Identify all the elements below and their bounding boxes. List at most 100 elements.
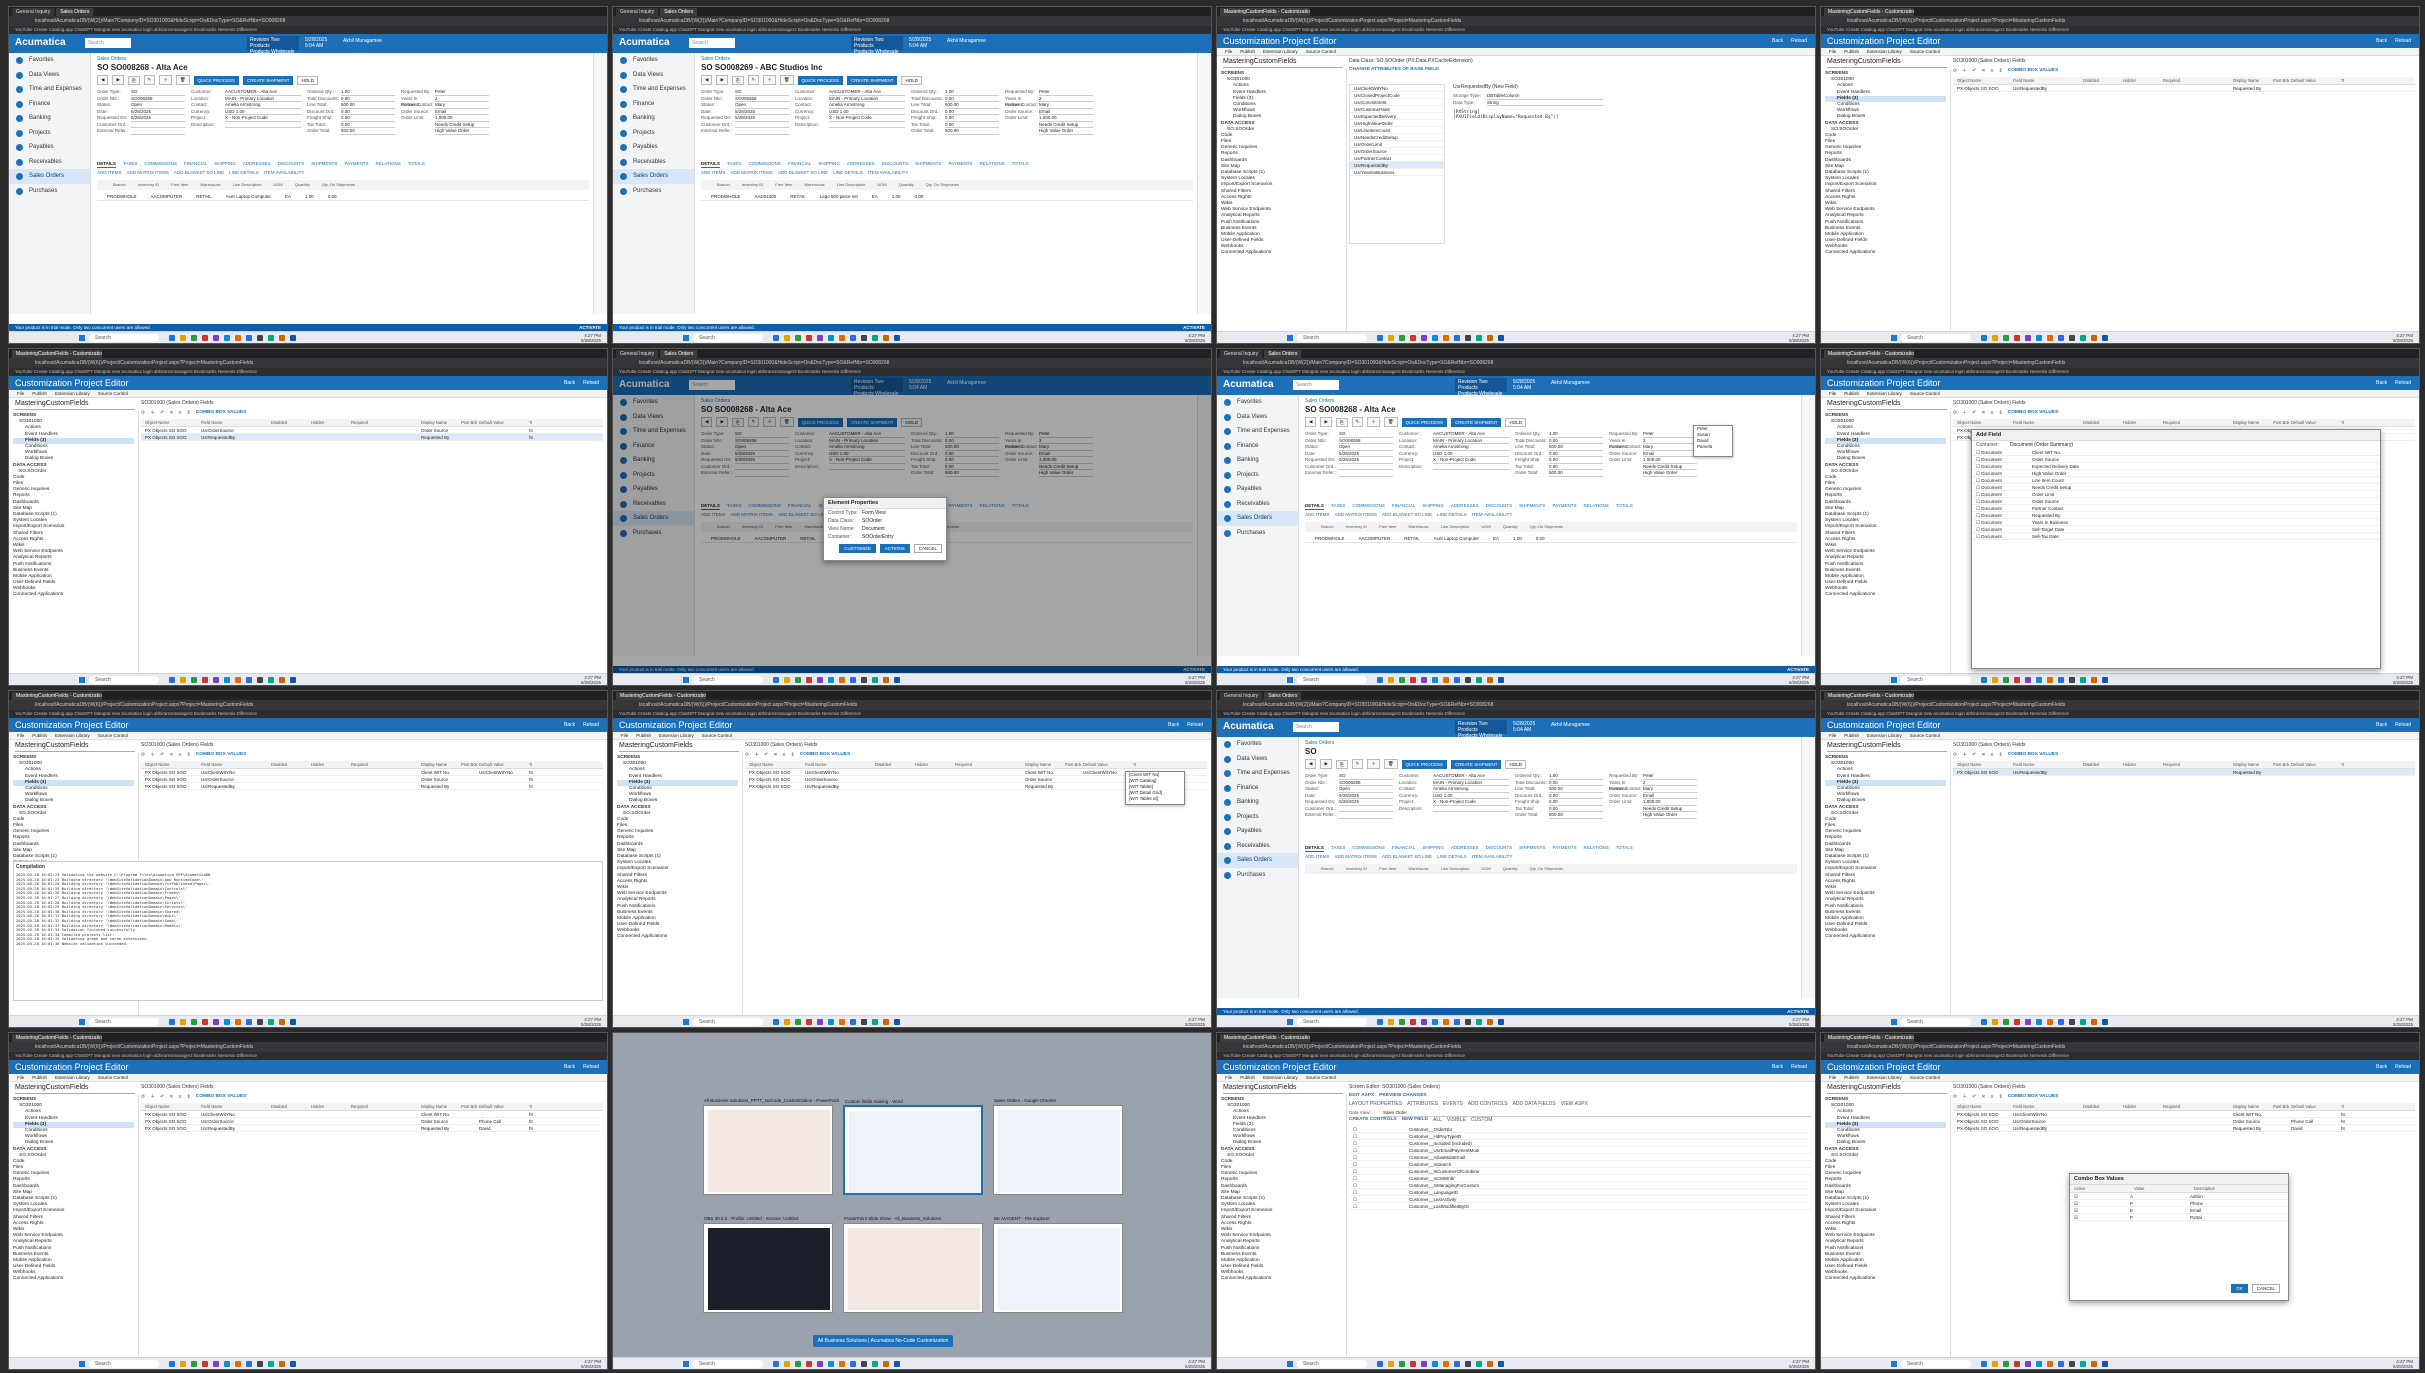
- grid-column-header[interactable]: UOM: [1481, 522, 1490, 532]
- nav-item[interactable]: Finance: [9, 97, 90, 112]
- table-row[interactable]: PX Objects SO SOO UsrClientWitYNo Client W…: [141, 769, 603, 776]
- grid-column-header[interactable]: Required: [351, 761, 421, 768]
- taskbar-app-icon[interactable]: [2003, 1019, 2009, 1025]
- toolbar-icon-button[interactable]: ≡: [1991, 68, 1994, 74]
- taskbar-app-icon[interactable]: [2080, 1361, 2086, 1367]
- grid-column-header[interactable]: Qty. On Shipments: [1530, 522, 1564, 532]
- taskbar-app-icon[interactable]: [806, 1019, 812, 1025]
- taskbar-app-icon[interactable]: [828, 1019, 834, 1025]
- taskbar-app-icon[interactable]: [861, 335, 867, 341]
- breadcrumb[interactable]: Sales Orders: [1305, 740, 1801, 746]
- active-checkbox[interactable]: ☑: [2070, 1207, 2130, 1213]
- grid-column-header[interactable]: Inventory ID: [138, 180, 160, 190]
- property-tab[interactable]: LAYOUT PROPERTIES: [1349, 1101, 1402, 1107]
- taskbar-app-icon[interactable]: [2091, 677, 2097, 683]
- grid-column-header[interactable]: Inventory ID: [742, 180, 764, 190]
- taskbar-app-icon[interactable]: [2003, 335, 2009, 341]
- taskbar-app-icon[interactable]: [1410, 1019, 1416, 1025]
- nav-item[interactable]: Sales Orders: [9, 169, 90, 184]
- business-date[interactable]: 5/28/2025 5:04 AM: [909, 37, 931, 49]
- browser-tab[interactable]: General Inquiry: [12, 8, 55, 16]
- taskbar-app-icon[interactable]: [1399, 677, 1405, 683]
- menu-item[interactable]: Publish: [32, 732, 47, 739]
- grid-column-header[interactable]: Ti: [529, 761, 532, 768]
- grid-column-header[interactable]: Object Name: [1953, 1103, 2013, 1110]
- nav-item[interactable]: Projects: [1217, 468, 1298, 483]
- grid-column-header[interactable]: Warehouse: [1408, 864, 1428, 874]
- editor-tab[interactable]: PREVIEW CHANGES: [1379, 1093, 1426, 1098]
- dialog-button[interactable]: CANCEL: [913, 544, 942, 553]
- browser-tab[interactable]: MasteringCustomFields - Customization Pr…: [616, 692, 706, 700]
- taskbar-app-icon[interactable]: [191, 677, 197, 683]
- taskbar-app-icon[interactable]: [1399, 335, 1405, 341]
- taskbar-search[interactable]: Search: [89, 1018, 159, 1026]
- menu-item[interactable]: Publish: [1844, 390, 1859, 397]
- table-row[interactable]: PX Objects SO SOO UsrRequestedBy Requested…: [1953, 1125, 2415, 1132]
- menu-item[interactable]: Extension Library: [1263, 1074, 1298, 1081]
- grid-column-header[interactable]: Line Description: [1441, 864, 1470, 874]
- list-item[interactable]: UsrOrderSource: [1350, 148, 1444, 155]
- tab-taxes[interactable]: TAXES: [123, 161, 137, 168]
- grid-column-header[interactable]: Ti: [1133, 761, 1136, 768]
- taskbar-app-icon[interactable]: [1410, 677, 1416, 683]
- field-value[interactable]: [1433, 464, 1509, 470]
- toolbar-icon-button[interactable]: ▶: [112, 75, 124, 85]
- action-button[interactable]: HOLD: [901, 75, 922, 85]
- taskbar-search[interactable]: Search: [1297, 1018, 1367, 1026]
- taskbar-app-icon[interactable]: [861, 1019, 867, 1025]
- dialog-button[interactable]: CANCEL: [2251, 1284, 2280, 1293]
- nav-item[interactable]: Finance: [613, 97, 694, 112]
- tab-shipping[interactable]: SHIPPING: [818, 161, 840, 168]
- grid-column-header[interactable]: Display Name: [421, 419, 461, 426]
- taskbar-app-icon[interactable]: [1443, 1019, 1449, 1025]
- nav-item[interactable]: Finance: [1217, 781, 1298, 796]
- grid-column-header[interactable]: Object Name: [141, 419, 201, 426]
- taskbar-app-icon[interactable]: [872, 677, 878, 683]
- filter-tab[interactable]: VISIBLE: [1447, 1117, 1466, 1123]
- taskbar-app-icon[interactable]: [202, 677, 208, 683]
- taskbar-app-icon[interactable]: [784, 1019, 790, 1025]
- business-date[interactable]: 5/28/2025 5:04 AM: [1513, 379, 1535, 391]
- taskbar-app-icon[interactable]: [2102, 1361, 2108, 1367]
- taskbar-app-icon[interactable]: [2036, 335, 2042, 341]
- grid-column-header[interactable]: Required: [351, 1103, 421, 1110]
- taskbar-app-icon[interactable]: [235, 1019, 241, 1025]
- windows-start-icon[interactable]: [1287, 335, 1293, 341]
- taskbar-app-icon[interactable]: [1443, 677, 1449, 683]
- taskbar-app-icon[interactable]: [817, 335, 823, 341]
- tab-relations[interactable]: RELATIONS: [1584, 503, 1609, 510]
- grid-column-header[interactable]: Display Name: [1025, 761, 1065, 768]
- taskbar-app-icon[interactable]: [2069, 1361, 2075, 1367]
- grid-column-header[interactable]: Warehouse: [804, 180, 824, 190]
- taskbar-app-icon[interactable]: [883, 677, 889, 683]
- taskbar-app-icon[interactable]: [1410, 1361, 1416, 1367]
- taskbar-app-icon[interactable]: [2080, 1019, 2086, 1025]
- tab-financial[interactable]: FINANCIAL: [1392, 845, 1416, 852]
- grid-column-header[interactable]: Required: [2163, 419, 2233, 426]
- taskbar-app-icon[interactable]: [268, 677, 274, 683]
- toolbar-icon-button[interactable]: ⎘: [1335, 417, 1348, 427]
- menu-item[interactable]: Extension Library: [1867, 48, 1902, 55]
- grid-column-header[interactable]: Default Value: [2291, 761, 2341, 768]
- grid-column-header[interactable]: Hidden: [311, 761, 351, 768]
- menu-item[interactable]: Extension Library: [55, 732, 90, 739]
- tree-node[interactable]: Connected Applications: [1221, 250, 1342, 256]
- taskbar-app-icon[interactable]: [1421, 677, 1427, 683]
- grid-cell[interactable]: Email: [2190, 1207, 2250, 1213]
- table-row[interactable]: ☐ Customer__LastModifiedByID: [1349, 1203, 1811, 1210]
- taskbar-app-icon[interactable]: [1465, 1361, 1471, 1367]
- taskbar-search[interactable]: Search: [693, 1360, 763, 1368]
- menu-item[interactable]: Source Control: [702, 732, 732, 739]
- grid-column-header[interactable]: Ti: [2341, 77, 2344, 84]
- menu-item[interactable]: File: [1829, 390, 1836, 397]
- grid-action-button[interactable]: ITEM AVAILABILITY: [264, 170, 305, 178]
- nav-item[interactable]: Favorites: [1217, 737, 1298, 752]
- nav-item[interactable]: Purchases: [9, 184, 90, 199]
- taskbar-app-icon[interactable]: [795, 677, 801, 683]
- taskbar-app-icon[interactable]: [883, 1361, 889, 1367]
- toolbar-icon-button[interactable]: ✎: [747, 75, 760, 85]
- task-view-window[interactable]: Custom fields training - Word: [843, 1099, 983, 1195]
- grid-column-header[interactable]: Required: [955, 761, 1025, 768]
- toolbar-icon-button[interactable]: ＋: [754, 751, 759, 758]
- toolbar-icon-button[interactable]: ⟳: [1953, 752, 1957, 758]
